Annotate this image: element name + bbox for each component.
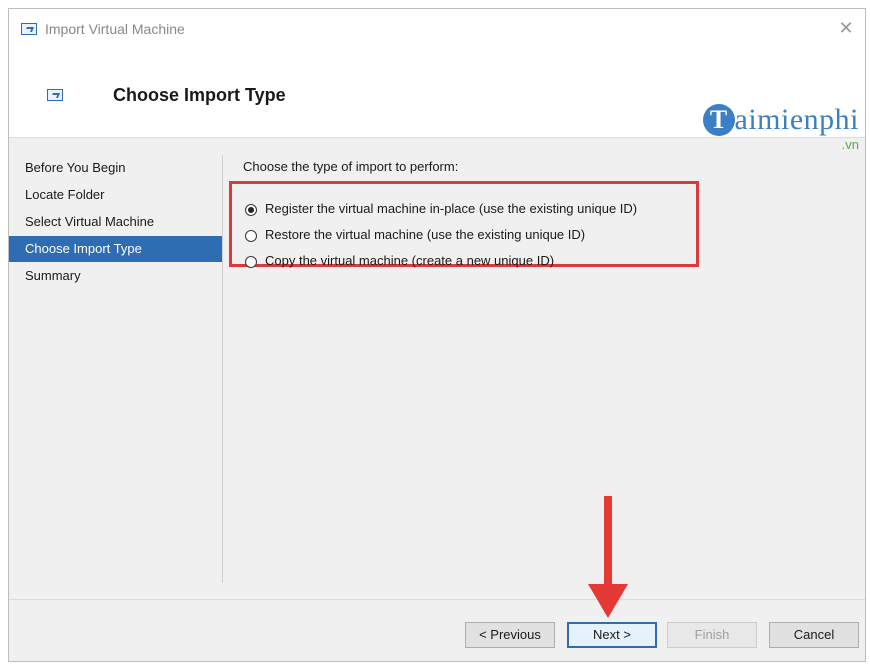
radio-button[interactable]	[245, 229, 257, 242]
window-title: Import Virtual Machine	[45, 21, 185, 37]
title-bar: Import Virtual Machine ✕	[9, 9, 865, 51]
finish-button[interactable]: Finish	[667, 622, 757, 648]
wizard-steps-sidebar: Before You Begin Locate Folder Select Vi…	[9, 137, 223, 585]
vm-import-icon	[21, 23, 37, 35]
watermark-logo: Taimienphi .vn	[702, 103, 859, 152]
next-button[interactable]: Next >	[567, 622, 657, 648]
page-header: Choose Import Type Taimienphi .vn	[9, 51, 865, 152]
close-icon[interactable]: ✕	[835, 17, 857, 39]
main-content: Choose the type of import to perform: Re…	[223, 137, 865, 587]
sidebar-item-before-you-begin[interactable]: Before You Begin	[9, 155, 223, 181]
option-label: Copy the virtual machine (create a new u…	[265, 253, 555, 268]
import-virtual-machine-window: Import Virtual Machine ✕ Choose Import T…	[8, 8, 866, 662]
radio-button-checked[interactable]	[245, 203, 257, 216]
sidebar-item-locate-folder[interactable]: Locate Folder	[9, 182, 223, 208]
cancel-button[interactable]: Cancel	[769, 622, 859, 648]
wizard-footer: < Previous Next > Finish Cancel	[9, 599, 865, 661]
option-restore[interactable]: Restore the virtual machine (use the exi…	[245, 226, 585, 244]
import-type-prompt: Choose the type of import to perform:	[243, 159, 459, 174]
watermark-logo-letter: T	[702, 104, 735, 136]
red-arrow-shaft	[604, 496, 612, 590]
option-copy[interactable]: Copy the virtual machine (create a new u…	[245, 252, 554, 270]
red-arrow-down-icon	[588, 584, 628, 618]
option-label: Restore the virtual machine (use the exi…	[265, 227, 586, 242]
sidebar-item-summary[interactable]: Summary	[9, 263, 223, 289]
option-label: Register the virtual machine in-place (u…	[265, 201, 638, 216]
previous-button[interactable]: < Previous	[465, 622, 555, 648]
sidebar-item-select-virtual-machine[interactable]: Select Virtual Machine	[9, 209, 223, 235]
vm-import-icon	[47, 89, 63, 101]
watermark-text: aimienphi	[734, 103, 859, 136]
radio-button[interactable]	[245, 255, 257, 268]
page-title: Choose Import Type	[113, 85, 286, 105]
sidebar-item-choose-import-type[interactable]: Choose Import Type	[9, 236, 223, 262]
option-register-in-place[interactable]: Register the virtual machine in-place (u…	[245, 200, 637, 218]
